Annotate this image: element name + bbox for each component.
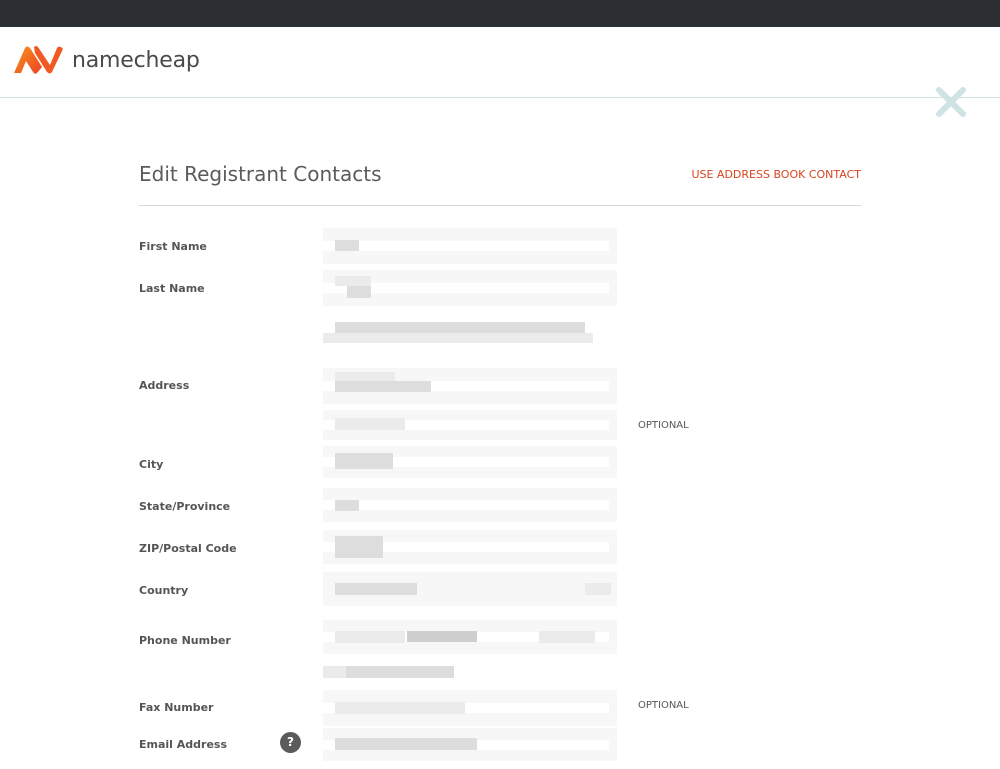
redacted-value xyxy=(335,738,477,750)
zip-label: ZIP/Postal Code xyxy=(139,542,237,555)
address2-optional-label: OPTIONAL xyxy=(638,420,689,431)
redacted-value xyxy=(335,500,359,511)
zip-input[interactable] xyxy=(323,530,617,564)
country-select[interactable] xyxy=(323,572,617,606)
redacted-value xyxy=(539,631,595,643)
state-label: State/Province xyxy=(139,500,231,513)
fax-label: Fax Number xyxy=(139,701,214,714)
redacted-value xyxy=(335,536,383,558)
city-input[interactable] xyxy=(323,446,617,478)
address-line2-input[interactable] xyxy=(323,410,617,440)
phone-label: Phone Number xyxy=(139,634,231,647)
redacted-value xyxy=(347,286,371,298)
use-address-book-link[interactable]: USE ADDRESS BOOK CONTACT xyxy=(691,168,861,181)
page-title: Edit Registrant Contacts xyxy=(139,162,382,186)
namecheap-logo-icon xyxy=(14,46,63,74)
email-input[interactable] xyxy=(323,728,617,761)
first-name-input[interactable] xyxy=(323,228,617,264)
browser-top-bar xyxy=(0,0,1000,27)
phone-input[interactable] xyxy=(323,620,617,654)
state-input[interactable] xyxy=(323,488,617,522)
redacted-phone-hint xyxy=(346,666,454,678)
help-icon[interactable]: ? xyxy=(280,732,301,753)
redacted-value xyxy=(335,418,405,430)
site-header: namecheap xyxy=(0,27,1000,117)
email-label: Email Address xyxy=(139,738,228,751)
close-icon xyxy=(936,87,966,117)
first-name-label: First Name xyxy=(139,240,207,253)
redacted-value xyxy=(335,702,465,714)
country-label: Country xyxy=(139,584,189,597)
fax-input[interactable] xyxy=(323,690,617,726)
close-button[interactable] xyxy=(934,85,968,119)
redacted-value xyxy=(335,631,405,643)
redacted-value xyxy=(335,381,431,392)
redacted-address-hint xyxy=(335,322,585,333)
redacted-value xyxy=(335,453,393,469)
redacted-value xyxy=(335,276,371,286)
redacted-value xyxy=(407,631,477,642)
brand-name: namecheap xyxy=(72,47,200,73)
address-line1-input[interactable] xyxy=(323,368,617,404)
namecheap-logo[interactable]: namecheap xyxy=(12,45,200,75)
last-name-label: Last Name xyxy=(139,282,205,295)
redacted-value xyxy=(335,240,359,251)
input-inner xyxy=(323,500,609,510)
last-name-input[interactable] xyxy=(323,270,617,306)
fax-optional-label: OPTIONAL xyxy=(638,700,689,711)
title-divider xyxy=(139,205,861,206)
city-label: City xyxy=(139,458,164,471)
chevron-down-icon xyxy=(585,583,611,595)
input-inner xyxy=(323,241,609,251)
redacted-address-hint xyxy=(323,333,593,343)
address-label: Address xyxy=(139,379,190,392)
redacted-value xyxy=(335,583,417,595)
